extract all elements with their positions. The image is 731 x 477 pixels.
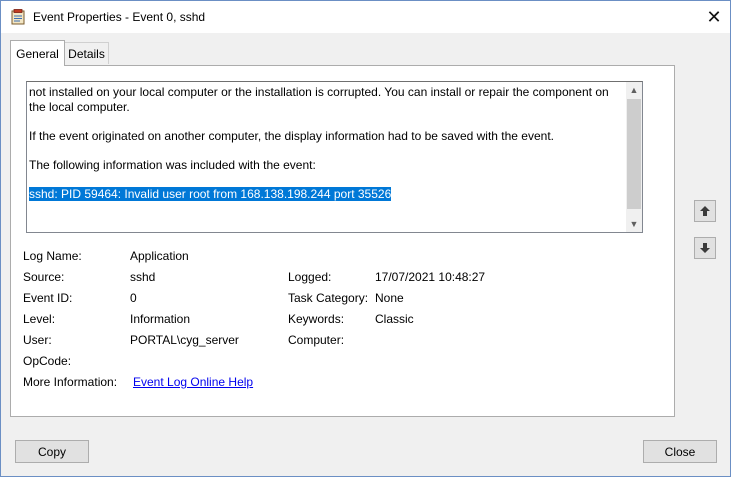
logged-value[interactable]: 17/07/2021 10:48:27 [375, 270, 485, 284]
close-button[interactable]: Close [643, 440, 717, 463]
tab-details-label: Details [68, 46, 105, 61]
scroll-up-icon[interactable]: ▲ [626, 82, 642, 98]
event-viewer-icon [11, 9, 25, 25]
scrollbar-thumb[interactable] [627, 99, 641, 209]
title-bar[interactable]: Event Properties - Event 0, sshd ✕ [1, 1, 730, 33]
user-value[interactable]: PORTAL\cyg_server [130, 333, 239, 347]
event-id-label: Event ID: [23, 291, 73, 305]
close-icon[interactable]: ✕ [697, 1, 730, 33]
computer-label: Computer: [288, 333, 345, 347]
log-name-label: Log Name: [23, 249, 82, 263]
event-message-box[interactable]: not installed on your local computer or … [26, 81, 643, 233]
arrow-down-icon [700, 243, 710, 253]
source-value[interactable]: sshd [130, 270, 155, 284]
message-paragraph: not installed on your local computer or … [29, 85, 609, 114]
scroll-down-icon[interactable]: ▼ [626, 216, 642, 232]
keywords-label: Keywords: [288, 312, 345, 326]
message-paragraph: If the event originated on another compu… [29, 129, 554, 143]
tab-details[interactable]: Details [64, 42, 109, 64]
logged-label: Logged: [288, 270, 332, 284]
tab-general-label: General [16, 46, 59, 61]
level-label: Level: [23, 312, 56, 326]
opcode-label: OpCode: [23, 354, 72, 368]
keywords-value[interactable]: Classic [375, 312, 414, 326]
task-category-label: Task Category: [288, 291, 369, 305]
copy-button[interactable]: Copy [15, 440, 89, 463]
window-title: Event Properties - Event 0, sshd [33, 10, 206, 24]
event-id-value[interactable]: 0 [130, 291, 137, 305]
event-properties-window: Event Properties - Event 0, sshd ✕ Gener… [0, 0, 731, 477]
more-information-label: More Information: [23, 375, 118, 389]
log-name-value[interactable]: Application [130, 249, 189, 263]
selected-event-data[interactable]: sshd: PID 59464: Invalid user root from … [29, 187, 392, 201]
event-log-online-help-link[interactable]: Event Log Online Help [133, 375, 253, 389]
arrow-up-icon [700, 206, 710, 216]
task-category-value[interactable]: None [375, 291, 404, 305]
next-event-button[interactable] [694, 237, 716, 259]
user-label: User: [23, 333, 52, 347]
message-paragraph: The following information was included w… [29, 158, 316, 172]
source-label: Source: [23, 270, 65, 284]
previous-event-button[interactable] [694, 200, 716, 222]
level-value[interactable]: Information [130, 312, 190, 326]
general-tab-panel: not installed on your local computer or … [10, 65, 675, 417]
tab-general[interactable]: General [10, 40, 65, 66]
message-scrollbar[interactable]: ▲ ▼ [626, 82, 642, 232]
event-message-text[interactable]: not installed on your local computer or … [29, 85, 623, 216]
